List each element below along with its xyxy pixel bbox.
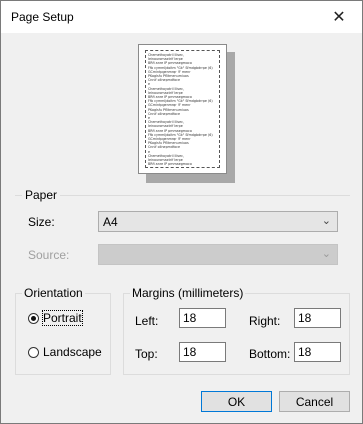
chevron-down-icon: ⌄ [321, 248, 331, 260]
left-margin-input[interactable]: 18 [179, 308, 226, 328]
portrait-radio[interactable]: Portrait [28, 310, 83, 326]
preview-sample-text: Chemethoyatril Ilisec, Ieinouromaxtrif le… [148, 53, 218, 166]
bottom-margin-input[interactable]: 18 [294, 342, 341, 362]
paper-group-label: Paper [22, 188, 61, 202]
chevron-down-icon: ⌄ [321, 215, 331, 227]
landscape-label: Landscape [43, 345, 102, 359]
radio-unchecked-icon [28, 346, 39, 358]
source-dropdown[interactable]: ⌄ [98, 244, 338, 265]
right-margin-input[interactable]: 18 [294, 308, 341, 328]
right-margin-label: Right: [249, 314, 281, 328]
size-dropdown[interactable]: A4 ⌄ [98, 211, 338, 232]
portrait-label: Portrait [42, 310, 83, 326]
page-setup-dialog: Page Setup ✕ Chemethoyatril Ilisec, Ieino… [0, 0, 363, 424]
left-margin-label: Left: [135, 314, 159, 328]
size-value: A4 [103, 215, 118, 229]
bottom-margin-label: Bottom: [249, 347, 291, 361]
orientation-group: Orientation [15, 286, 111, 375]
preview-margin-box: Chemethoyatril Ilisec, Ieinouromaxtrif le… [145, 50, 220, 168]
top-margin-input[interactable]: 18 [179, 342, 226, 362]
ok-button[interactable]: OK [201, 391, 272, 412]
dialog-title: Page Setup [11, 10, 74, 24]
margins-group-label: Margins (millimeters) [130, 286, 246, 300]
title-bar[interactable]: Page Setup ✕ [1, 1, 362, 33]
size-label: Size: [28, 215, 55, 229]
cancel-button[interactable]: Cancel [279, 391, 350, 412]
preview-text-line: BRfi anre IP pmmaegmoco [148, 162, 192, 167]
top-margin-label: Top: [135, 347, 158, 361]
source-label: Source: [28, 248, 70, 262]
page-preview: Chemethoyatril Ilisec, Ieinouromaxtrif le… [138, 44, 227, 174]
radio-checked-icon [28, 312, 39, 324]
orientation-group-label: Orientation [22, 286, 85, 300]
margins-group: Margins (millimeters) [123, 286, 350, 375]
landscape-radio[interactable]: Landscape [28, 345, 102, 359]
close-icon[interactable]: ✕ [316, 1, 362, 33]
